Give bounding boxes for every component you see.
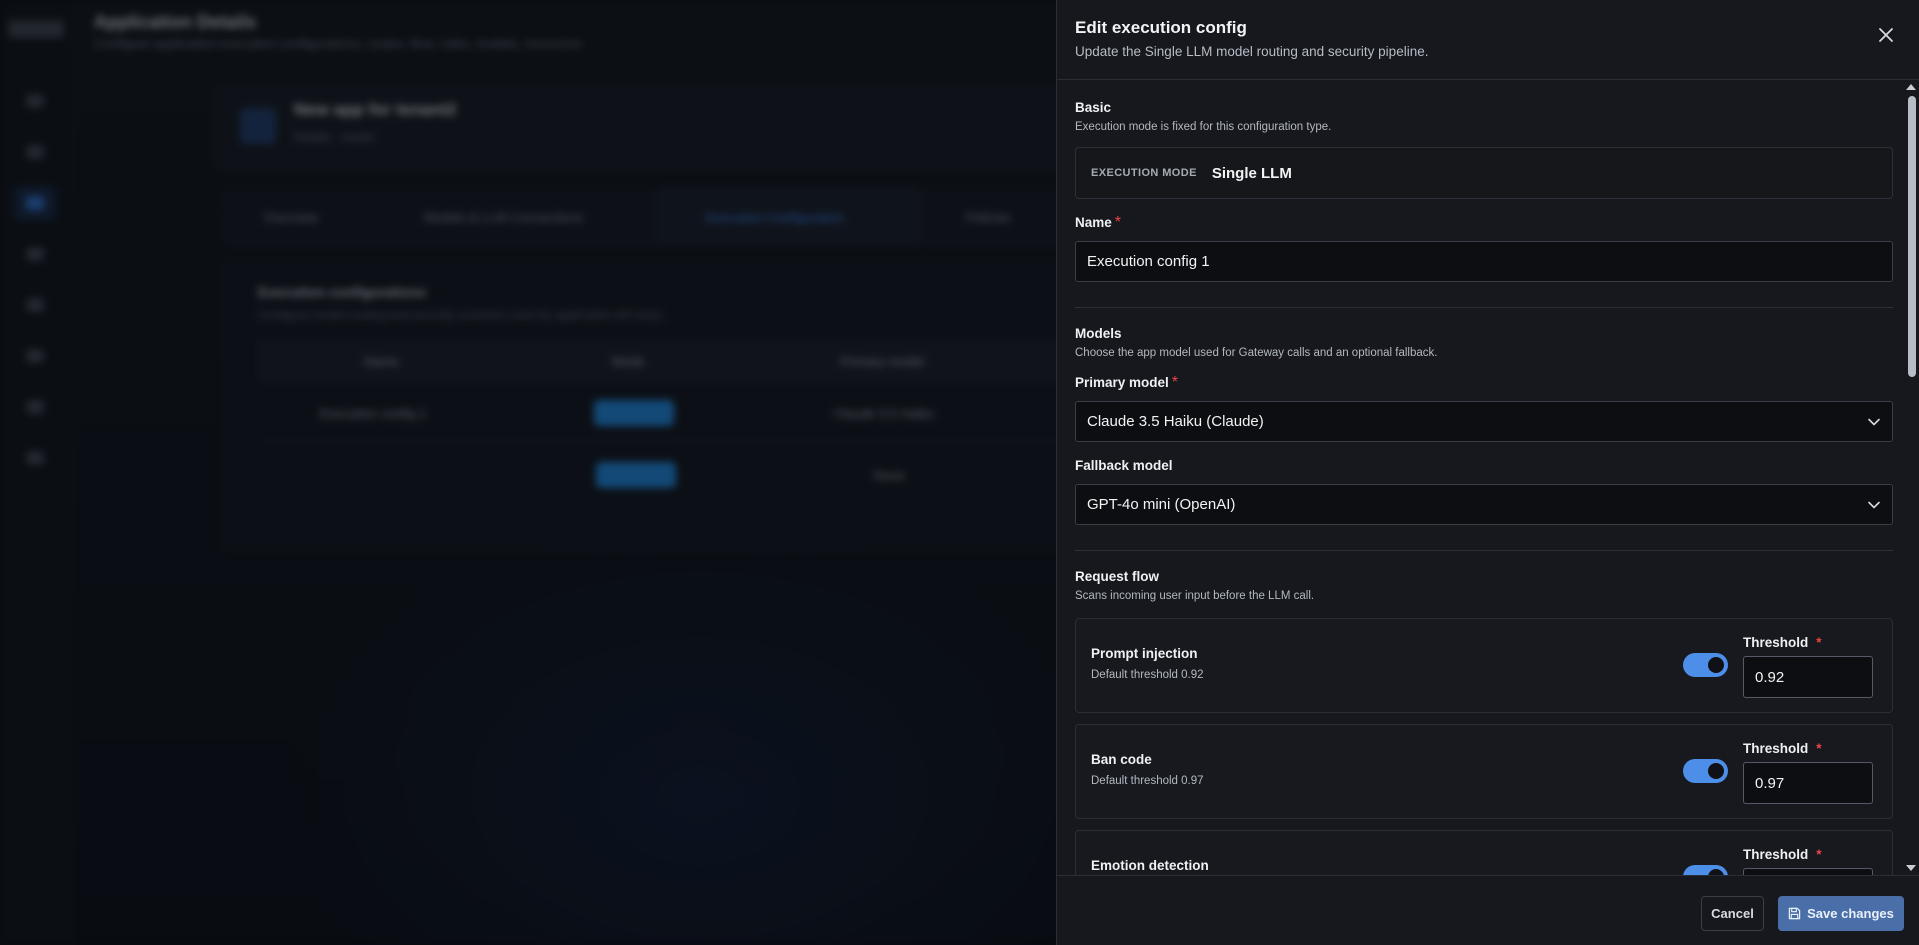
- required-marker: *: [1171, 374, 1179, 391]
- name-label: Name: [1075, 215, 1112, 230]
- required-marker: *: [1816, 741, 1822, 756]
- threshold-input[interactable]: [1743, 868, 1873, 875]
- scanner-name: Ban code: [1091, 752, 1152, 767]
- scanner-card-prompt-injection: Prompt injection Default threshold 0.92 …: [1075, 618, 1893, 713]
- threshold-label: Threshold: [1743, 847, 1809, 862]
- drawer-subtitle: Update the Single LLM model routing and …: [1075, 44, 1429, 59]
- close-button[interactable]: [1875, 24, 1897, 46]
- scanner-toggle[interactable]: [1683, 759, 1728, 783]
- fallback-model-label: Fallback model: [1075, 458, 1173, 473]
- threshold-input[interactable]: 0.97: [1743, 762, 1873, 804]
- scrollbar[interactable]: [1905, 80, 1919, 875]
- request-flow-section-title: Request flow: [1075, 569, 1160, 584]
- required-marker: *: [1114, 214, 1122, 231]
- cancel-button[interactable]: Cancel: [1701, 896, 1764, 931]
- fallback-model-select[interactable]: GPT-4o mini (OpenAI): [1075, 484, 1893, 525]
- request-flow-section-desc: Scans incoming user input before the LLM…: [1075, 590, 1315, 602]
- threshold-input[interactable]: 0.92: [1743, 656, 1873, 698]
- drawer-title: Edit execution config: [1075, 18, 1247, 37]
- execution-mode-box: EXECUTION MODE Single LLM: [1075, 147, 1893, 199]
- edit-execution-config-drawer: Edit execution config Update the Single …: [1056, 0, 1919, 945]
- fallback-model-value: GPT-4o mini (OpenAI): [1087, 496, 1236, 513]
- scanner-toggle[interactable]: [1683, 865, 1728, 875]
- scanner-card-emotion-detection: Emotion detection Threshold *: [1075, 830, 1893, 875]
- drawer-body: Basic Execution mode is fixed for this c…: [1057, 80, 1919, 875]
- drawer-header: Edit execution config Update the Single …: [1057, 0, 1919, 80]
- divider: [1075, 307, 1893, 308]
- chevron-down-icon: [1868, 418, 1880, 425]
- primary-model-label: Primary model: [1075, 375, 1169, 390]
- name-input[interactable]: Execution config 1: [1075, 241, 1893, 282]
- close-icon: [1879, 28, 1893, 42]
- scanner-toggle[interactable]: [1683, 653, 1728, 677]
- primary-model-select[interactable]: Claude 3.5 Haiku (Claude): [1075, 401, 1893, 442]
- execution-mode-value: Single LLM: [1211, 164, 1292, 182]
- drawer-footer: Cancel Save changes: [1057, 875, 1919, 945]
- basic-section-desc: Execution mode is fixed for this configu…: [1075, 121, 1332, 133]
- models-section-title: Models: [1075, 326, 1122, 341]
- models-section-desc: Choose the app model used for Gateway ca…: [1075, 347, 1438, 359]
- scanner-name: Emotion detection: [1091, 858, 1209, 873]
- scanner-name: Prompt injection: [1091, 646, 1198, 661]
- execution-mode-label: EXECUTION MODE: [1091, 167, 1197, 179]
- chevron-down-icon: [1868, 501, 1880, 508]
- scanner-default-threshold: Default threshold 0.92: [1091, 669, 1204, 681]
- required-marker: *: [1816, 635, 1822, 650]
- scrollbar-thumb[interactable]: [1908, 96, 1916, 377]
- primary-model-value: Claude 3.5 Haiku (Claude): [1087, 413, 1264, 430]
- divider: [1075, 550, 1893, 551]
- save-changes-button[interactable]: Save changes: [1778, 896, 1904, 931]
- scroll-up-icon[interactable]: [1906, 84, 1916, 90]
- save-icon: [1788, 907, 1801, 920]
- scanner-card-ban-code: Ban code Default threshold 0.97 Threshol…: [1075, 724, 1893, 819]
- required-marker: *: [1816, 847, 1822, 862]
- scanner-default-threshold: Default threshold 0.97: [1091, 775, 1204, 787]
- scroll-down-icon[interactable]: [1906, 865, 1916, 871]
- basic-section-title: Basic: [1075, 100, 1112, 115]
- save-button-label: Save changes: [1807, 906, 1894, 921]
- threshold-label: Threshold: [1743, 635, 1809, 650]
- threshold-label: Threshold: [1743, 741, 1809, 756]
